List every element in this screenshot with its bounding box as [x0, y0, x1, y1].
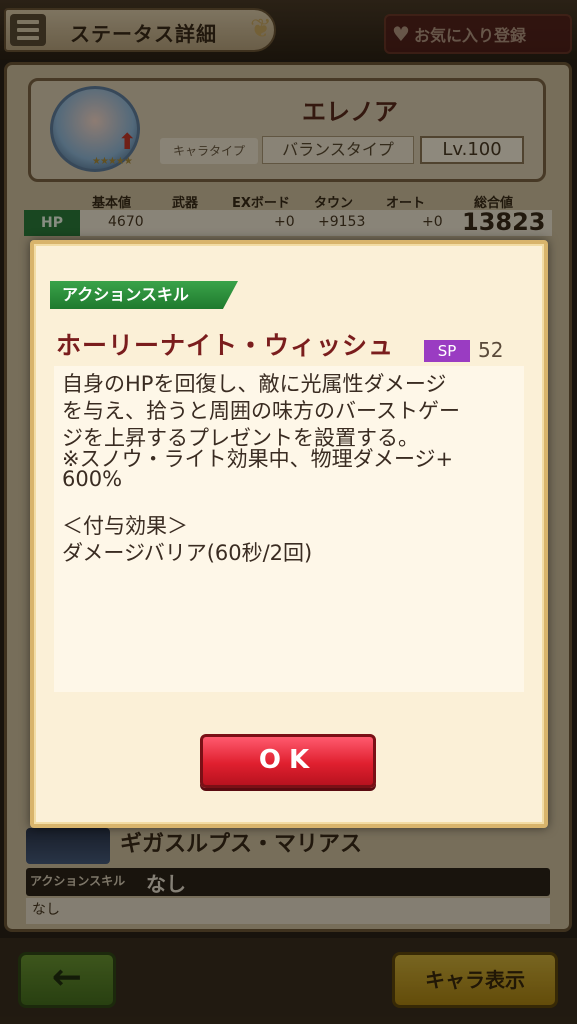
sp-badge: SP: [424, 340, 470, 362]
sp-value: 52: [478, 338, 504, 362]
description-line: ＜付与効果＞: [62, 514, 188, 538]
description-line: 自身のHPを回復し、敵に光属性ダメージ: [62, 372, 447, 396]
description-line: 600%: [62, 467, 123, 491]
skill-type-tag: アクションスキル: [50, 281, 238, 309]
ok-button[interactable]: OK: [200, 734, 376, 788]
description-line: を与え、拾うと周囲の味方のバーストゲー: [62, 399, 460, 423]
skill-name: ホーリーナイト・ウィッシュ: [56, 331, 395, 360]
description-line: ダメージバリア(60秒/2回): [62, 541, 313, 565]
